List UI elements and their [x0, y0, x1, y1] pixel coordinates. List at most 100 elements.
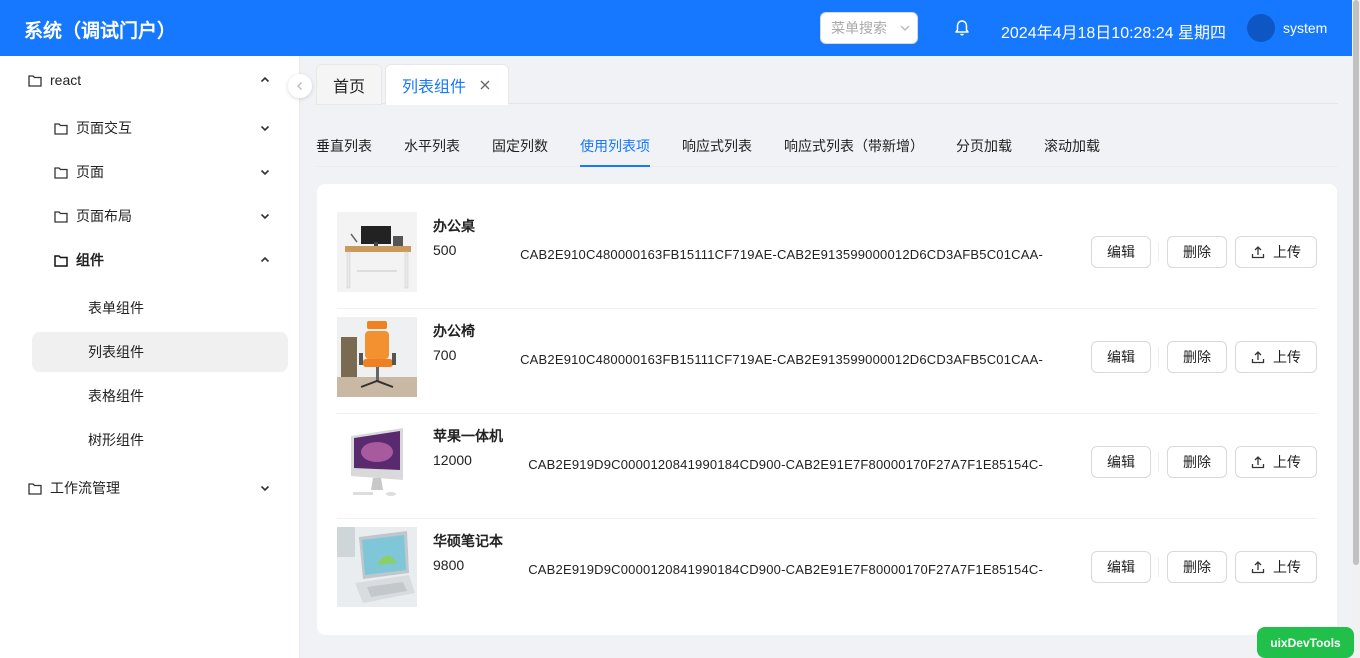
upload-label: 上传: [1273, 454, 1301, 470]
folder-icon: [28, 74, 42, 87]
sidebar-item-page-interaction[interactable]: 页面交互: [54, 108, 278, 148]
menu-search-select[interactable]: [820, 12, 918, 44]
folder-icon: [28, 482, 42, 495]
action-divider: [1158, 347, 1159, 367]
sidebar-item-list-component[interactable]: 列表组件: [32, 332, 288, 372]
sidebar-item-page-layout[interactable]: 页面布局: [54, 196, 278, 236]
sidebar-item-components[interactable]: 组件: [54, 240, 278, 280]
sidebar-item-workflow[interactable]: 工作流管理: [28, 468, 278, 508]
sidebar-item-tree-component[interactable]: 树形组件: [88, 420, 278, 460]
product-image-desk: [337, 212, 417, 292]
scrollbar-thumb[interactable]: [1353, 0, 1359, 565]
tab-home[interactable]: 首页: [316, 64, 382, 105]
sidebar-collapse-button[interactable]: [288, 74, 312, 98]
tab-label: 列表组件: [402, 78, 467, 96]
menu-search-input[interactable]: [821, 13, 897, 43]
sidebar-item-form-component[interactable]: 表单组件: [88, 288, 278, 328]
folder-icon: [54, 122, 68, 135]
chevron-left-icon: [297, 82, 302, 90]
page-tab-bar: 首页 列表组件: [316, 64, 1338, 105]
subtab-responsive-list-add[interactable]: 响应式列表（带新增）: [784, 136, 924, 156]
item-name: 办公椅: [433, 323, 475, 339]
item-price: 9800: [433, 557, 465, 573]
page-scrollbar[interactable]: [1352, 0, 1360, 658]
subtab-scroll-loading[interactable]: 滚动加载: [1044, 136, 1100, 156]
subtab-responsive-list[interactable]: 响应式列表: [682, 136, 752, 156]
item-name: 华硕笔记本: [433, 533, 503, 549]
edit-button[interactable]: 编辑: [1091, 551, 1151, 583]
sidebar-item-label: 树形组件: [88, 432, 144, 448]
action-divider: [1158, 242, 1159, 262]
sidebar-item-label: 页面交互: [76, 120, 132, 136]
sidebar-item-label: 组件: [76, 252, 104, 268]
folder-icon: [54, 166, 68, 179]
upload-label: 上传: [1273, 349, 1301, 365]
sidebar-item-label: 表单组件: [88, 300, 144, 316]
sidebar-item-label: react: [50, 72, 82, 88]
avatar[interactable]: [1247, 14, 1275, 42]
upload-button[interactable]: 上传: [1235, 236, 1317, 268]
sidebar-menu: react 页面交互 页面 页面布局 组件 表单组件 列表组件 表格组件 树形组…: [0, 56, 300, 658]
action-divider: [1158, 557, 1159, 577]
edit-button[interactable]: 编辑: [1091, 236, 1151, 268]
upload-button[interactable]: 上传: [1235, 446, 1317, 478]
item-price: 700: [433, 347, 457, 363]
folder-icon: [54, 210, 68, 223]
delete-button[interactable]: 删除: [1167, 236, 1227, 268]
upload-icon: [1251, 561, 1265, 574]
item-name: 办公桌: [433, 218, 475, 234]
upload-button[interactable]: 上传: [1235, 551, 1317, 583]
delete-button[interactable]: 删除: [1167, 341, 1227, 373]
sidebar-item-label: 工作流管理: [50, 480, 120, 496]
delete-button[interactable]: 删除: [1167, 551, 1227, 583]
upload-button[interactable]: 上传: [1235, 341, 1317, 373]
subtab-horizontal-list[interactable]: 水平列表: [404, 136, 460, 156]
chevron-down-icon: [260, 213, 270, 220]
sidebar-item-label: 列表组件: [88, 344, 144, 360]
chevron-down-icon: [260, 169, 270, 176]
sidebar-item-table-component[interactable]: 表格组件: [88, 376, 278, 416]
tab-list-component[interactable]: 列表组件: [385, 64, 509, 105]
bell-icon[interactable]: [953, 19, 971, 37]
delete-button[interactable]: 删除: [1167, 446, 1227, 478]
chevron-up-icon: [260, 256, 270, 263]
list-demo-tabs: 垂直列表 水平列表 固定列数 使用列表项 响应式列表 响应式列表（带新增） 分页…: [316, 124, 1338, 167]
username[interactable]: system: [1283, 20, 1327, 36]
active-tab-indicator: [580, 165, 650, 167]
subtab-paged-loading[interactable]: 分页加载: [956, 136, 1012, 156]
edit-button[interactable]: 编辑: [1091, 446, 1151, 478]
chevron-down-icon: [260, 485, 270, 492]
sidebar-item-label: 表格组件: [88, 388, 144, 404]
list-item: 苹果一体机 12000 CAB2E919D9C0000120841990184C…: [337, 414, 1317, 519]
item-code: CAB2E919D9C0000120841990184CD900-CAB2E91…: [528, 457, 1043, 472]
edit-button[interactable]: 编辑: [1091, 341, 1151, 373]
subtab-vertical-list[interactable]: 垂直列表: [316, 136, 372, 156]
sidebar-item-react[interactable]: react: [28, 60, 278, 100]
devtools-button[interactable]: uixDevTools: [1257, 627, 1354, 658]
product-image-chair: [337, 317, 417, 397]
list-item: 办公椅 700 CAB2E910C480000163FB15111CF719AE…: [337, 309, 1317, 414]
item-name: 苹果一体机: [433, 428, 503, 444]
list-item: 华硕笔记本 9800 CAB2E919D9C0000120841990184CD…: [337, 519, 1317, 624]
upload-icon: [1251, 456, 1265, 469]
chevron-down-icon: [260, 125, 270, 132]
subtab-use-list-item[interactable]: 使用列表项: [580, 136, 650, 156]
upload-label: 上传: [1273, 244, 1301, 260]
upload-label: 上传: [1273, 559, 1301, 575]
tab-label: 首页: [332, 78, 365, 96]
chevron-up-icon: [260, 76, 270, 83]
sidebar-item-page[interactable]: 页面: [54, 152, 278, 192]
upload-icon: [1251, 246, 1265, 259]
sidebar-item-label: 页面布局: [76, 208, 132, 224]
item-price: 500: [433, 242, 457, 258]
list-card: 办公桌 500 CAB2E910C480000163FB15111CF719AE…: [317, 184, 1337, 635]
folder-icon: [54, 254, 68, 267]
upload-icon: [1251, 351, 1265, 364]
app-title: 系统（调试门户）: [24, 21, 177, 42]
item-code: CAB2E910C480000163FB15111CF719AE-CAB2E91…: [520, 247, 1043, 262]
close-icon[interactable]: [480, 80, 490, 90]
subtab-fixed-columns[interactable]: 固定列数: [492, 136, 548, 156]
top-header: 系统（调试门户） 2024年4月18日10:28:24 星期四 system: [0, 0, 1352, 56]
item-code: CAB2E910C480000163FB15111CF719AE-CAB2E91…: [520, 352, 1043, 367]
list-item: 办公桌 500 CAB2E910C480000163FB15111CF719AE…: [337, 204, 1317, 309]
